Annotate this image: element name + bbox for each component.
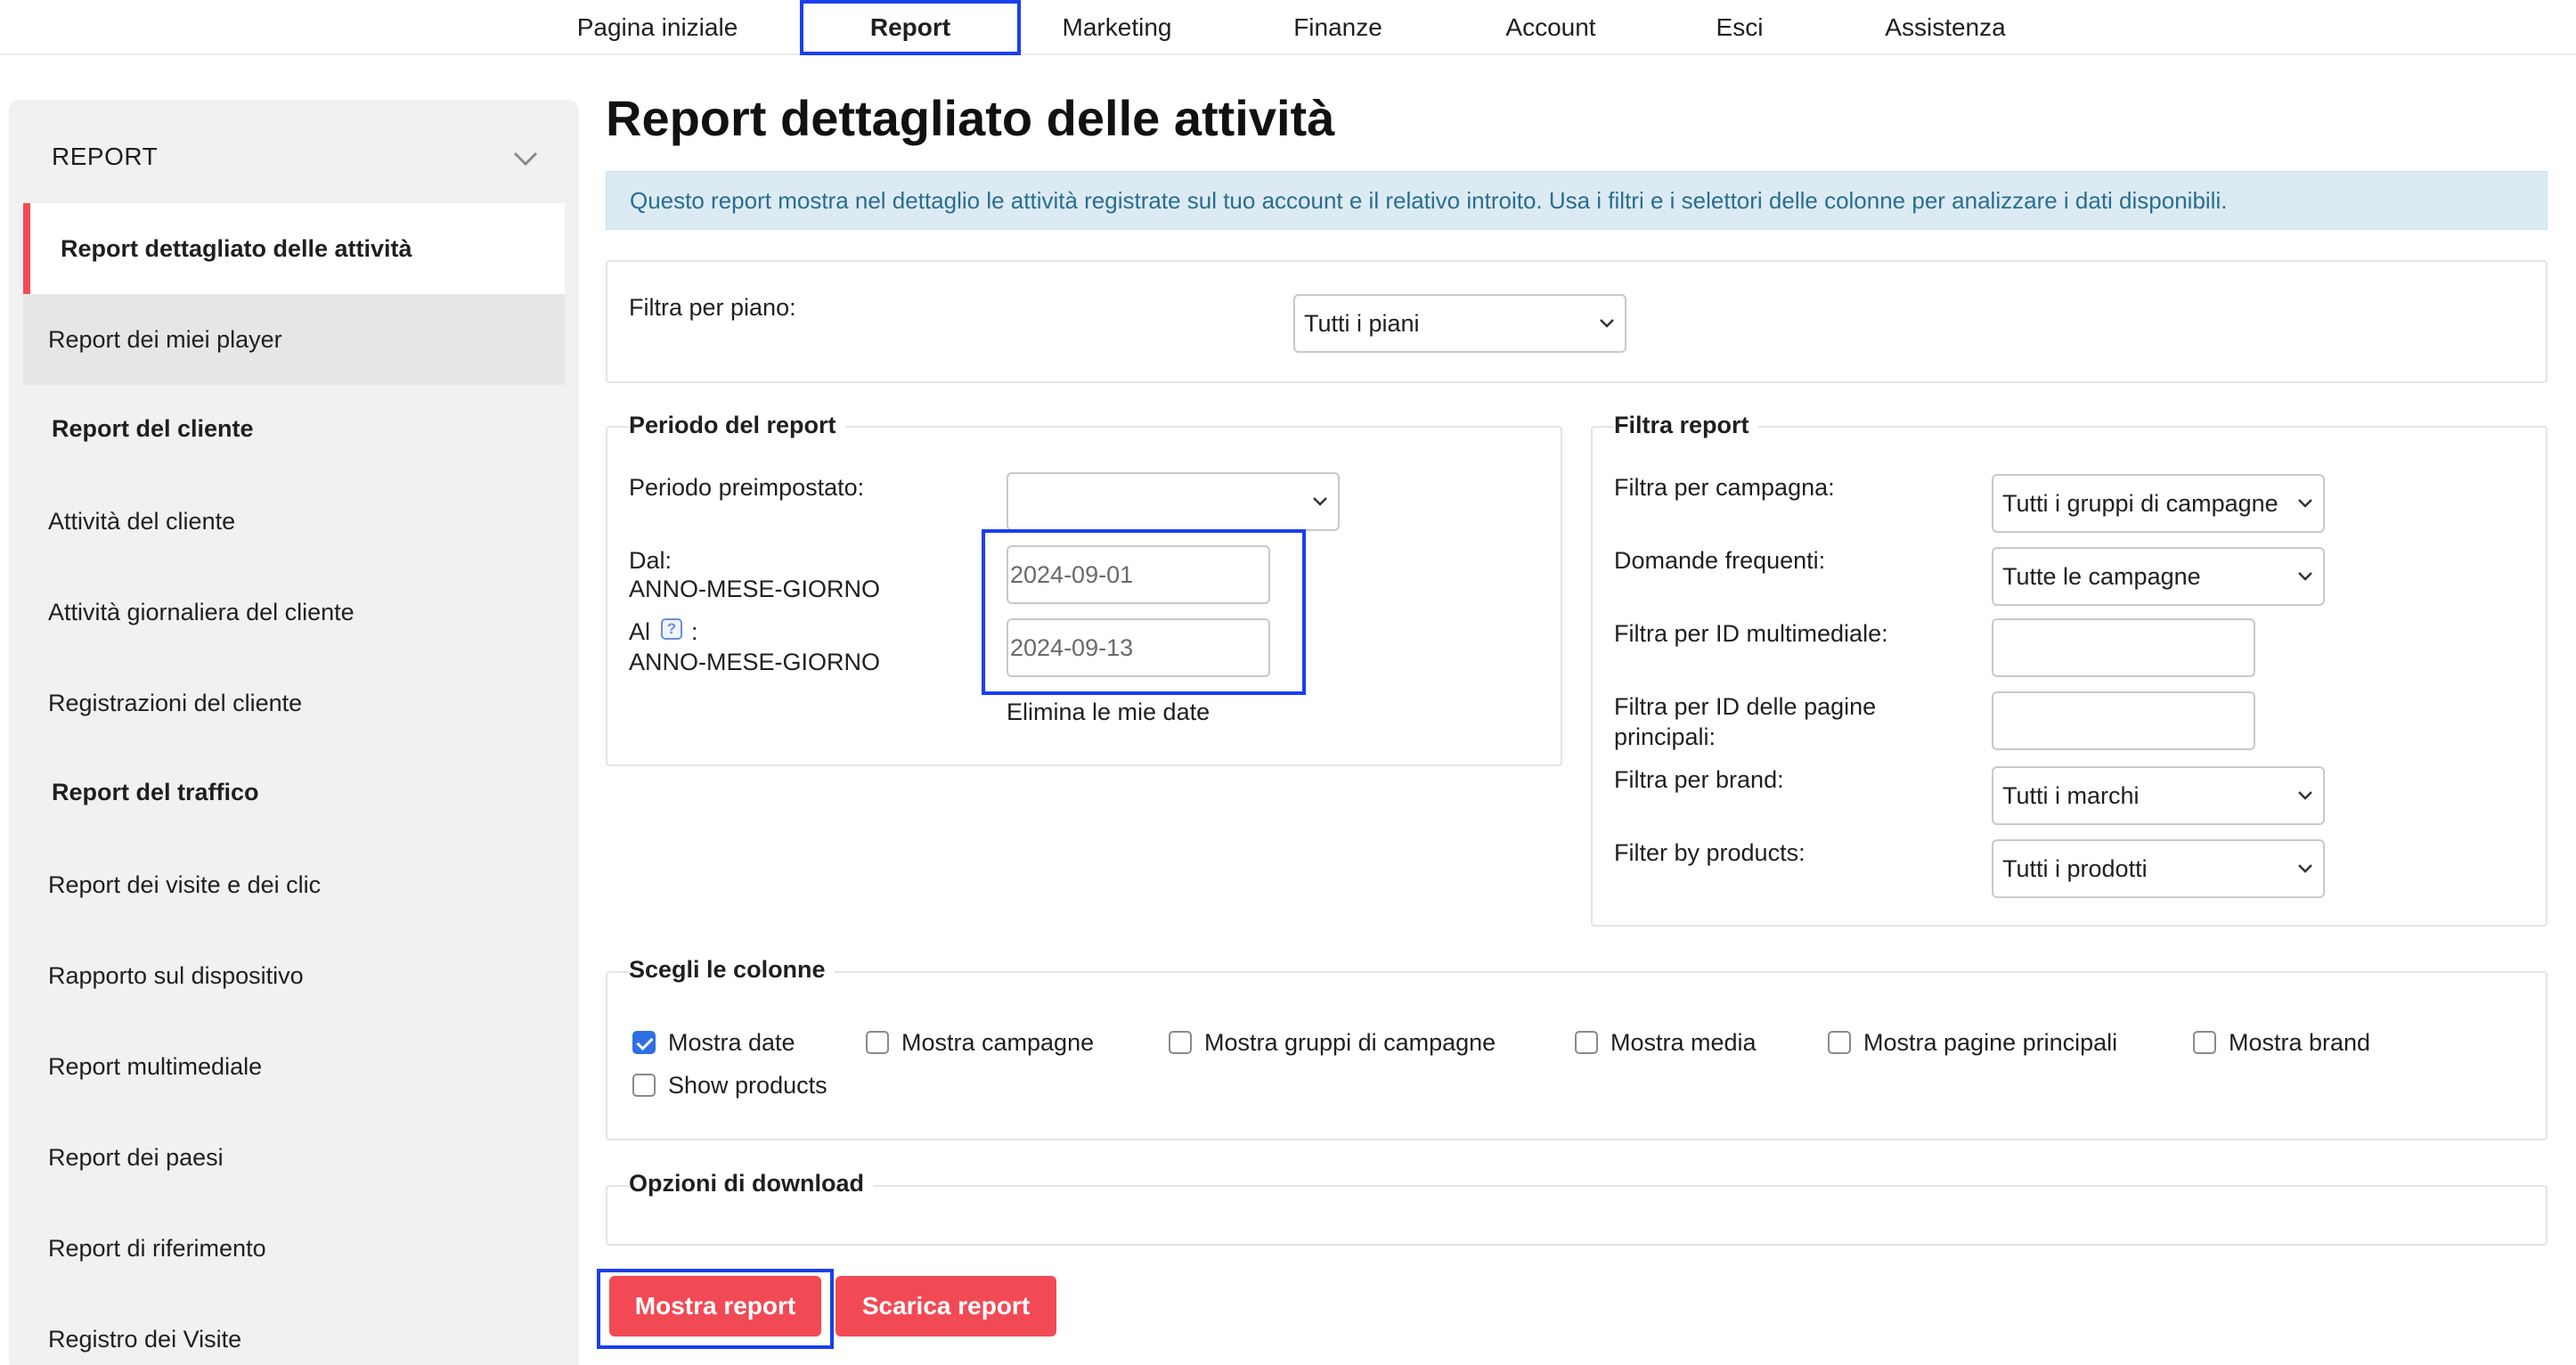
checkbox[interactable] [632,1031,656,1054]
checkbox[interactable] [1169,1031,1192,1054]
column-option-label: Mostra pagine principali [1863,1028,2118,1056]
brand-select[interactable]: Tutti i marchi [1992,766,2325,825]
nav-account[interactable]: Account [1486,0,1616,55]
filters-legend: Filtra report [1614,412,1758,439]
campaign-select-value: Tutti i gruppi di campagne [2002,490,2278,517]
checkbox[interactable] [632,1074,656,1097]
column-option-label: Show products [668,1071,827,1099]
to-label-colon: : [691,618,698,645]
column-option-products[interactable]: Show products [632,1067,827,1103]
campaign-select[interactable]: Tutti i gruppi di campagne [1992,474,2325,533]
column-option-campaigns[interactable]: Mostra campagne [866,1025,1094,1060]
column-option-label: Mostra date [668,1028,795,1056]
brand-filter-label: Filtra per brand: [1614,766,1784,793]
to-label: Al [629,618,651,645]
preset-period-select[interactable] [1007,472,1340,531]
column-option-label: Mostra media [1610,1028,1757,1056]
top-navigation: Pagina iniziale Report Marketing Finanze… [0,0,2576,55]
sidebar-item-report-player[interactable]: Report dei miei player [23,294,565,385]
chevron-down-icon[interactable] [511,148,540,169]
sidebar-item-attivita-giornaliera[interactable]: Attività giornaliera del cliente [23,567,565,658]
products-select-value: Tutti i prodotti [2002,855,2148,882]
landing-id-input[interactable] [1992,691,2255,750]
date-highlight-box [982,529,1306,695]
nav-home[interactable]: Pagina iniziale [561,0,754,55]
sidebar-section-traffico: Report del traffico [52,779,259,805]
sidebar-item-registrazioni[interactable]: Registrazioni del cliente [23,658,565,748]
sidebar-item-multimediale[interactable]: Report multimediale [23,1021,565,1112]
column-option-media[interactable]: Mostra media [1575,1025,1757,1060]
media-id-label: Filtra per ID multimediale: [1614,620,1888,647]
chevron-down-icon [2298,864,2312,873]
download-options-legend: Opzioni di download [629,1170,873,1197]
period-legend: Periodo del report [629,412,845,439]
nav-marketing[interactable]: Marketing [1044,0,1190,55]
nav-finanze[interactable]: Finanze [1272,0,1404,55]
media-id-input[interactable] [1992,618,2255,677]
column-option-label: Mostra brand [2229,1028,2371,1056]
chevron-down-icon [2298,572,2312,581]
checkbox[interactable] [866,1031,889,1054]
help-icon[interactable]: ? [661,618,682,640]
brand-select-value: Tutti i marchi [2002,782,2140,809]
column-option-label: Mostra campagne [901,1028,1095,1056]
sidebar-item-report-dettagliato[interactable]: Report dettagliato delle attività [23,203,565,294]
checkbox[interactable] [1828,1031,1851,1054]
landing-id-label-line1: Filtra per ID delle pagine [1614,693,1877,720]
sidebar-item-dispositivo[interactable]: Rapporto sul dispositivo [23,930,565,1021]
from-label: Dal: [629,547,673,574]
from-format: ANNO-MESE-GIORNO [629,576,881,602]
nav-report[interactable]: Report [800,0,1021,55]
column-option-label: Mostra gruppi di campagne [1204,1028,1496,1056]
products-filter-label: Filter by products: [1614,839,1806,866]
column-option-landing-pages[interactable]: Mostra pagine principali [1828,1025,2117,1060]
preset-period-label: Periodo preimpostato: [629,474,865,501]
sidebar-item-riferimento[interactable]: Report di riferimento [23,1203,565,1294]
faq-filter-label: Domande frequenti: [1614,547,1826,574]
checkbox[interactable] [2193,1031,2216,1054]
campaign-filter-label: Filtra per campagna: [1614,474,1835,501]
faq-select[interactable]: Tutte le campagne [1992,547,2325,606]
column-option-campaign-groups[interactable]: Mostra gruppi di campagne [1169,1025,1496,1060]
columns-legend: Scegli le colonne [629,956,835,984]
sidebar-header[interactable]: REPORT [52,143,158,171]
sidebar-section-cliente: Report del cliente [52,415,254,442]
to-format: ANNO-MESE-GIORNO [629,649,881,675]
landing-id-label-line2: principali: [1614,723,1716,750]
chevron-down-icon [2298,499,2312,508]
plan-select-value: Tutti i piani [1304,310,1420,337]
checkbox[interactable] [1575,1031,1598,1054]
sidebar-item-paesi[interactable]: Report dei paesi [23,1112,565,1203]
products-select[interactable]: Tutti i prodotti [1992,839,2325,898]
clear-dates-link[interactable]: Elimina le mie date [1007,697,1210,727]
info-banner: Questo report mostra nel dettaglio le at… [606,171,2547,230]
column-option-brand[interactable]: Mostra brand [2193,1025,2370,1060]
sidebar-item-visite-clic[interactable]: Report dei visite e dei clic [23,839,565,930]
show-report-highlight-box [597,1269,834,1349]
column-option-date[interactable]: Mostra date [632,1025,795,1060]
faq-select-value: Tutte le campagne [2002,563,2201,590]
sidebar-item-attivita-cliente[interactable]: Attività del cliente [23,476,565,567]
page-title: Report dettagliato delle attività [606,90,1335,146]
plan-select[interactable]: Tutti i piani [1293,294,1626,353]
download-options-panel [606,1185,2547,1246]
download-report-button[interactable]: Scarica report [836,1276,1056,1336]
chevron-down-icon [1313,497,1327,506]
plan-filter-label: Filtra per piano: [629,294,796,321]
nav-esci[interactable]: Esci [1698,0,1781,55]
chevron-down-icon [2298,791,2312,800]
sidebar-item-registro-visite[interactable]: Registro dei Visite [23,1294,565,1365]
chevron-down-icon [1600,319,1614,328]
nav-assistenza[interactable]: Assistenza [1867,0,2024,55]
